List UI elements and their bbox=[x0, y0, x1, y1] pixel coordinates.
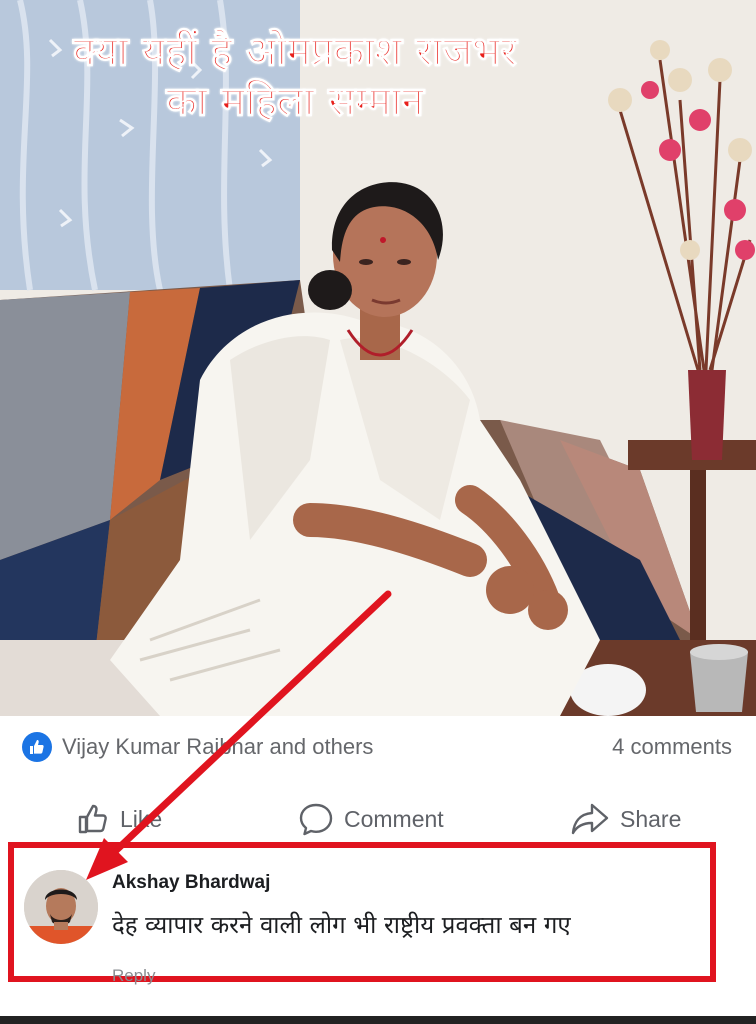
comment-count[interactable]: 4 comments bbox=[612, 734, 732, 760]
post-photo[interactable]: क्या यहीं है ओमप्रकाश राजभर का महिला सम्… bbox=[0, 0, 756, 716]
reactors-summary[interactable]: Vijay Kumar Rajbhar and others bbox=[62, 734, 373, 760]
bottom-edge bbox=[0, 1016, 756, 1024]
reply-link[interactable]: Reply bbox=[112, 966, 155, 986]
headline-line-1: क्या यहीं है ओमप्रकाश राजभर bbox=[73, 28, 518, 75]
comment-button[interactable]: Comment bbox=[298, 796, 444, 842]
comment-author[interactable]: Akshay Bhardwaj bbox=[112, 872, 270, 894]
like-button[interactable]: Like bbox=[76, 796, 162, 842]
comment-bubble-icon bbox=[298, 801, 334, 837]
like-thumb-icon bbox=[76, 802, 110, 836]
share-button[interactable]: Share bbox=[570, 796, 681, 842]
like-reaction-badge-icon[interactable] bbox=[22, 732, 52, 762]
share-label: Share bbox=[620, 805, 682, 832]
headline-line-2: का महिला सम्मान bbox=[166, 78, 425, 125]
comment-label: Comment bbox=[344, 805, 444, 832]
like-label: Like bbox=[120, 805, 163, 832]
avatar[interactable] bbox=[24, 870, 98, 944]
share-arrow-icon bbox=[570, 801, 610, 837]
comment-text: देह व्यापार करने वाली लोग भी राष्ट्रीय प… bbox=[112, 911, 571, 939]
